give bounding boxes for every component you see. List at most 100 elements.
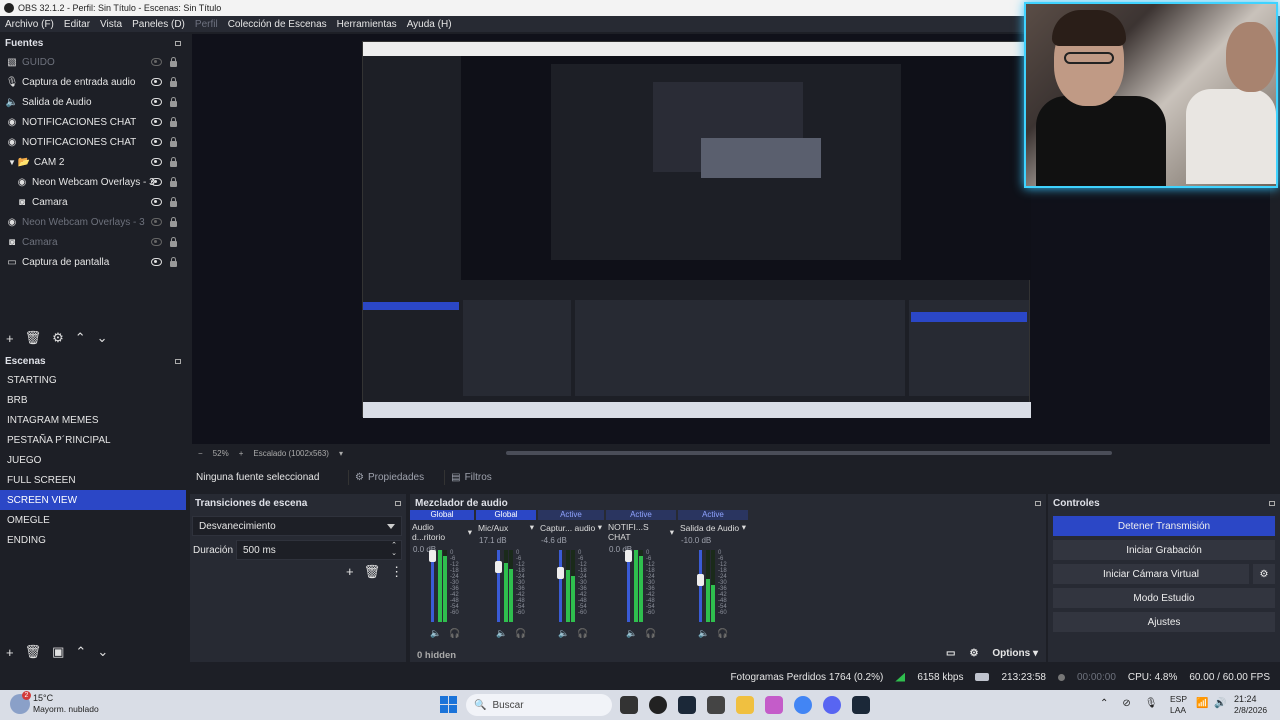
volume-slider[interactable]	[559, 550, 562, 622]
undock-icon[interactable]	[1269, 500, 1275, 506]
headphones-icon[interactable]: 🎧	[515, 628, 526, 639]
eye-icon[interactable]	[151, 198, 162, 206]
options-button[interactable]: Options ▾	[992, 648, 1038, 659]
source-item[interactable]: ◉ Neon Webcam Overlays - 3	[0, 172, 186, 192]
undock-icon[interactable]	[1035, 500, 1041, 506]
channel-name-row[interactable]: Captur... audio ▾	[538, 522, 604, 533]
move-down-icon[interactable]: ⌄	[97, 330, 108, 346]
chevron-down-icon[interactable]: ▾	[742, 522, 746, 533]
move-up-icon[interactable]: ⌃	[75, 330, 86, 346]
source-item[interactable]: ◉ Neon Webcam Overlays - 3	[0, 212, 186, 232]
duration-input[interactable]: 500 ms ⌃ ⌄	[236, 540, 402, 560]
source-item[interactable]: 🔈 Salida de Audio	[0, 92, 186, 112]
network-icon[interactable]: ⊘	[1122, 698, 1130, 709]
source-item[interactable]: ◉ NOTIFICACIONES CHAT	[0, 112, 186, 132]
source-item[interactable]: ▼ 📂 CAM 2	[0, 152, 186, 172]
source-item[interactable]: ◙ Camara	[0, 192, 186, 212]
remove-transition-icon[interactable]: 🗑	[364, 564, 381, 580]
channel-name-row[interactable]: Salida de Audio ▾	[678, 522, 748, 533]
eye-off-icon[interactable]	[151, 218, 162, 226]
volume-icon[interactable]: 🔊	[1214, 698, 1226, 709]
remove-source-icon[interactable]: 🗑	[25, 330, 42, 346]
task-view-icon[interactable]	[620, 696, 638, 714]
remove-scene-icon[interactable]: 🗑	[25, 644, 42, 660]
filters-button[interactable]: ▤ Filtros	[444, 469, 498, 485]
virtual-cam-settings-button[interactable]: ⚙	[1253, 564, 1275, 584]
discord-icon[interactable]	[823, 696, 841, 714]
mic-tray-icon[interactable]: 🎙	[1145, 698, 1158, 709]
steam-icon[interactable]	[678, 696, 696, 714]
chevron-down-icon[interactable]: ▾	[670, 527, 674, 538]
chevron-down-icon[interactable]: ▾	[530, 522, 534, 533]
lock-icon[interactable]	[170, 97, 177, 107]
zoom-out-icon[interactable]: −	[198, 449, 203, 458]
mixer-settings-icon[interactable]: ⚙	[969, 648, 978, 659]
start-record-button[interactable]: Iniciar Grabación	[1053, 540, 1275, 560]
scene-item[interactable]: STARTING	[0, 370, 186, 390]
stepper-icon[interactable]: ⌃ ⌄	[391, 542, 397, 558]
undock-icon[interactable]	[395, 500, 401, 506]
scene-item[interactable]: PESTAÑA P´RINCIPAL	[0, 430, 186, 450]
lock-icon[interactable]	[170, 157, 177, 167]
scene-item[interactable]: JUEGO	[0, 450, 186, 470]
menu-ayuda[interactable]: Ayuda (H)	[402, 19, 457, 30]
scene-item[interactable]: ENDING	[0, 530, 186, 550]
eye-off-icon[interactable]	[151, 238, 162, 246]
settings-button[interactable]: Ajustes	[1053, 612, 1275, 632]
chevron-down-icon[interactable]: ▼	[8, 158, 16, 167]
add-scene-icon[interactable]: +	[6, 645, 14, 660]
chevron-down-icon[interactable]: ▾	[468, 527, 472, 538]
volume-slider-knob[interactable]	[429, 550, 436, 562]
studio-mode-button[interactable]: Modo Estudio	[1053, 588, 1275, 608]
menu-paneles[interactable]: Paneles (D)	[127, 19, 190, 30]
menu-vista[interactable]: Vista	[95, 19, 127, 30]
volume-slider-knob[interactable]	[495, 561, 502, 573]
app-icon[interactable]	[707, 696, 725, 714]
channel-name-row[interactable]: Mic/Aux ▾	[476, 522, 536, 533]
eye-icon[interactable]	[151, 158, 162, 166]
eye-icon[interactable]	[151, 178, 162, 186]
speaker-icon[interactable]: 🔈	[698, 628, 709, 639]
more-options-icon[interactable]: ⋮	[390, 564, 403, 580]
move-down-icon[interactable]: ⌄	[97, 644, 108, 660]
source-item[interactable]: ▭ Captura de pantalla	[0, 252, 186, 272]
keyboard-lang[interactable]: ESP	[1170, 694, 1187, 704]
menu-editar[interactable]: Editar	[59, 19, 95, 30]
headphones-icon[interactable]: 🎧	[645, 628, 656, 639]
scene-item[interactable]: OMEGLE	[0, 510, 186, 530]
tray-chevron-icon[interactable]: ⌃	[1100, 698, 1108, 709]
lock-icon[interactable]	[170, 57, 177, 67]
lock-icon[interactable]	[170, 257, 177, 267]
menu-perfil[interactable]: Perfil	[190, 19, 223, 30]
zoom-in-icon[interactable]: +	[239, 449, 244, 458]
eye-icon[interactable]	[151, 138, 162, 146]
chrome-icon[interactable]	[794, 696, 812, 714]
headphones-icon[interactable]: 🎧	[577, 628, 588, 639]
windows-start-icon[interactable]	[440, 696, 457, 713]
start-virtual-cam-button[interactable]: Iniciar Cámara Virtual	[1053, 564, 1249, 584]
lock-icon[interactable]	[170, 77, 177, 87]
scene-item[interactable]: FULL SCREEN	[0, 470, 186, 490]
menu-archivo[interactable]: Archivo (F)	[0, 19, 59, 30]
speaker-icon[interactable]: 🔈	[496, 628, 507, 639]
lock-icon[interactable]	[170, 217, 177, 227]
lock-icon[interactable]	[170, 177, 177, 187]
taskbar-search[interactable]: 🔍 Buscar	[466, 694, 612, 716]
eye-icon[interactable]	[151, 98, 162, 106]
mute-icon[interactable]: 🔈	[558, 628, 569, 639]
move-up-icon[interactable]: ⌃	[75, 644, 86, 660]
undock-icon[interactable]	[175, 40, 181, 46]
menu-herramientas[interactable]: Herramientas	[332, 19, 402, 30]
lock-icon[interactable]	[170, 137, 177, 147]
layout-icon[interactable]: ▭	[946, 648, 955, 659]
undock-icon[interactable]	[175, 358, 181, 364]
source-item[interactable]: ◉ NOTIFICACIONES CHAT	[0, 132, 186, 152]
lock-icon[interactable]	[170, 237, 177, 247]
channel-name-row[interactable]: NOTIFI...S CHAT ▾	[606, 522, 676, 542]
speaker-icon[interactable]: 🔈	[626, 628, 637, 639]
eye-off-icon[interactable]	[151, 58, 162, 66]
source-item[interactable]: 🎙 Captura de entrada audio	[0, 72, 186, 92]
steam-2-icon[interactable]	[852, 696, 870, 714]
eye-icon[interactable]	[151, 258, 162, 266]
eye-icon[interactable]	[151, 118, 162, 126]
